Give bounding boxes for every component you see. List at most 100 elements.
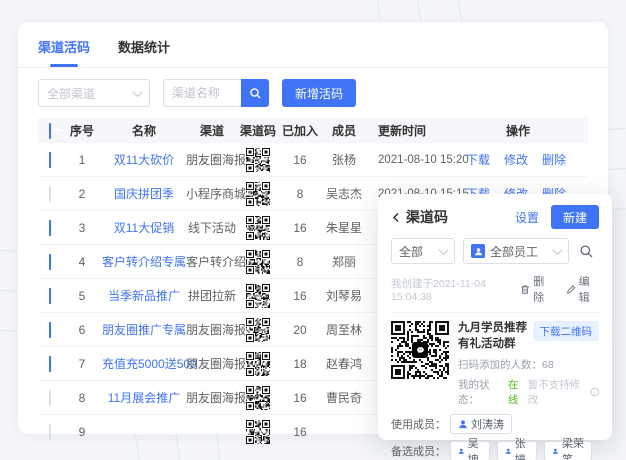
row-checkbox[interactable]: [49, 185, 51, 202]
col-updated: 更新时间: [378, 124, 427, 138]
person-icon: [553, 448, 559, 454]
qr-code-thumbnail: [246, 283, 270, 308]
row-channel: 线下活动: [187, 221, 236, 235]
row-checkbox[interactable]: [49, 151, 51, 168]
qr-detail-block: 九月学员推荐有礼活动群 下载二维码 扫码添加的人数： 68 我的状态： 在线 暂…: [391, 321, 599, 407]
person-icon: [459, 420, 467, 429]
person-icon: [458, 448, 464, 454]
row-joined: 18: [293, 356, 307, 371]
row-checkbox[interactable]: [49, 389, 51, 406]
status-row: 我的状态： 在线 暂不支持修改: [458, 377, 599, 407]
created-row: 我创建于2021-11-04 15:04:38 删除 编辑: [391, 273, 599, 313]
backup-member-chip[interactable]: 吴坤: [450, 438, 491, 460]
row-channel: 拼团拉新: [187, 289, 236, 303]
col-index: 序号: [69, 124, 94, 138]
qr-code-thumbnail: [246, 181, 270, 206]
qr-code-thumbnail: [246, 351, 270, 376]
row-index: 1: [78, 152, 86, 167]
col-name: 名称: [131, 124, 156, 138]
trash-icon: [521, 284, 529, 294]
row-name-link[interactable]: 国庆拼团季: [114, 187, 174, 201]
backup-chips: 吴坤张婷梁荣笑: [450, 438, 599, 460]
row-member: 郑丽: [331, 255, 356, 269]
info-icon: [589, 387, 599, 397]
download-link[interactable]: 下载: [466, 151, 490, 168]
delete-link[interactable]: 删除: [542, 151, 566, 168]
tab-data-statistics[interactable]: 数据统计: [118, 37, 170, 67]
chevron-down-icon: [552, 244, 563, 255]
add-live-code-button[interactable]: 新增活码: [282, 79, 357, 107]
row-name-link[interactable]: 双11大促销: [114, 221, 174, 235]
search-icon: [249, 87, 260, 98]
row-checkbox[interactable]: [49, 219, 51, 236]
download-qr-button[interactable]: 下载二维码: [532, 321, 599, 341]
row-updated: 2021-08-10 15:20: [378, 153, 469, 166]
panel-title: 渠道码: [406, 209, 448, 225]
delete-button[interactable]: 删除: [520, 273, 553, 305]
chevron-down-icon: [132, 86, 143, 97]
row-checkbox[interactable]: [49, 253, 51, 270]
row-index: 9: [78, 424, 86, 439]
member-chip[interactable]: 刘涛涛: [450, 414, 512, 435]
row-actions: 下载 修改 删除: [466, 151, 588, 168]
row-member: 吴志杰: [325, 187, 362, 201]
search-input[interactable]: [163, 79, 241, 107]
col-ops: 操作: [506, 124, 531, 138]
qr-code-thumbnail: [246, 147, 270, 172]
row-name-link[interactable]: 11月展会推广: [108, 391, 180, 405]
tab-bar: 渠道活码 数据统计: [18, 22, 608, 68]
row-name-link[interactable]: 充值充5000送500: [102, 357, 197, 371]
row-joined: 16: [293, 390, 307, 405]
row-name-link[interactable]: 客户转介绍专属: [102, 255, 186, 269]
row-channel: 小程序商城: [186, 187, 247, 201]
wechat-icon: [412, 342, 428, 358]
panel-search-icon[interactable]: [579, 244, 594, 259]
backup-member-chip[interactable]: 梁荣笑: [544, 438, 592, 460]
row-index: 7: [78, 356, 86, 371]
row-checkbox[interactable]: [49, 423, 51, 440]
row-joined: 8: [296, 186, 304, 201]
qr-code-thumbnail: [246, 215, 270, 240]
channel-select[interactable]: 全部渠道: [38, 79, 150, 107]
back-chevron-icon[interactable]: [391, 212, 401, 223]
row-checkbox[interactable]: [49, 287, 51, 304]
panel-header: 渠道码 设置 新建: [391, 205, 599, 229]
row-name-link[interactable]: 双11大砍价: [114, 153, 174, 167]
staff-select[interactable]: 全部员工: [463, 238, 569, 264]
row-checkbox[interactable]: [49, 321, 51, 338]
tab-channel-live-code[interactable]: 渠道活码: [38, 37, 90, 67]
qr-code-thumbnail: [246, 249, 270, 274]
row-name-link[interactable]: 当季新品推广: [108, 289, 180, 303]
row-channel: 朋友圈海报: [186, 391, 247, 405]
col-channel: 渠道: [199, 124, 224, 138]
row-channel: 朋友圈海报: [186, 153, 247, 167]
row-joined: 16: [293, 152, 307, 167]
modify-link[interactable]: 修改: [504, 151, 528, 168]
chevron-down-icon: [438, 244, 449, 255]
select-all-checkbox[interactable]: [49, 122, 51, 139]
row-name-link[interactable]: 朋友圈推广专属: [102, 323, 186, 337]
row-index: 5: [78, 288, 86, 303]
scan-count: 68: [542, 358, 554, 371]
channel-select-value: 全部渠道: [47, 86, 96, 101]
row-index: 3: [78, 220, 86, 235]
settings-link[interactable]: 设置: [515, 209, 539, 226]
search-button[interactable]: [241, 79, 269, 107]
channel-code-panel: 渠道码 设置 新建 全部 全部员工 我创建于2021-11-04 15:04:3…: [378, 194, 612, 460]
row-member: 刘琴易: [325, 289, 362, 303]
qr-code-thumbnail: [246, 385, 270, 410]
edit-button[interactable]: 编辑: [566, 273, 599, 305]
row-index: 2: [78, 186, 86, 201]
person-icon: [471, 244, 485, 258]
row-index: 8: [78, 390, 86, 405]
scan-count-row: 扫码添加的人数： 68: [458, 358, 554, 372]
backup-member-chip[interactable]: 张婷: [497, 438, 538, 460]
new-button[interactable]: 新建: [550, 205, 599, 229]
qr-code-thumbnail: [246, 317, 270, 342]
panel-all-select[interactable]: 全部: [391, 238, 455, 264]
row-member: 朱星星: [325, 221, 362, 235]
row-checkbox[interactable]: [49, 355, 51, 372]
backup-members-row: 备选成员： 吴坤张婷梁荣笑: [391, 438, 599, 460]
col-qr: 渠道码: [239, 124, 276, 138]
qr-code-thumbnail: [246, 419, 270, 444]
